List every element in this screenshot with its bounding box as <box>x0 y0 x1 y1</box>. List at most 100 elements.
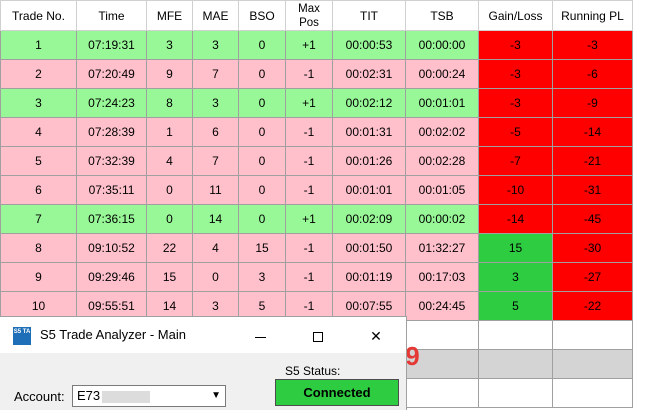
table-row[interactable]: 9 09:29:46 15 0 3 -1 00:01:19 00:17:03 3 -27 <box>0 262 633 292</box>
cell-bso: 15 <box>238 233 286 263</box>
cell-time: 09:10:52 <box>76 233 147 263</box>
table-row[interactable]: 2 07:20:49 9 7 0 -1 00:02:31 00:00:24 -3 -6 <box>0 59 633 89</box>
cell-tsb: 00:02:28 <box>405 146 479 176</box>
cell-running: -9 <box>552 88 633 118</box>
cell-mfe: 0 <box>146 204 193 234</box>
table-row[interactable]: 8 09:10:52 22 4 15 -1 00:01:50 01:32:27 15 -30 <box>0 233 633 263</box>
empty-cell <box>405 378 479 408</box>
cell-tsb: 00:24:45 <box>405 291 479 321</box>
header-max-pos-line2: Pos <box>299 16 319 29</box>
header-trade-no[interactable]: Trade No. <box>0 0 77 31</box>
cell-maxpos: -1 <box>285 117 333 147</box>
table-row[interactable]: 3 07:24:23 8 3 0 +1 00:02:12 00:01:01 -3 -9 <box>0 88 633 118</box>
close-button[interactable]: ✕ <box>354 323 398 349</box>
header-tit[interactable]: TIT <box>332 0 406 31</box>
empty-cell <box>552 378 633 408</box>
cell-tsb: 00:00:02 <box>405 204 479 234</box>
table-row[interactable]: 6 07:35:11 0 11 0 -1 00:01:01 00:01:05 -10 -31 <box>0 175 633 205</box>
empty-cell <box>552 320 633 350</box>
cell-mae: 3 <box>192 88 239 118</box>
cell-maxpos: -1 <box>285 233 333 263</box>
account-value: E73 <box>77 388 101 403</box>
cell-mfe: 9 <box>146 59 193 89</box>
cell-running: -30 <box>552 233 633 263</box>
cell-trade: 4 <box>0 117 77 147</box>
minimize-button[interactable] <box>238 323 282 349</box>
cell-bso: 0 <box>238 204 286 234</box>
cell-tsb: 00:01:01 <box>405 88 479 118</box>
cell-tsb: 00:00:00 <box>405 30 479 60</box>
cell-mae: 6 <box>192 117 239 147</box>
cell-time: 07:36:15 <box>76 204 147 234</box>
table-row[interactable]: 5 07:32:39 4 7 0 -1 00:01:26 00:02:28 -7 -21 <box>0 146 633 176</box>
cell-running: -14 <box>552 117 633 147</box>
cell-running: -21 <box>552 146 633 176</box>
header-mfe[interactable]: MFE <box>146 0 193 31</box>
cell-mfe: 0 <box>146 175 193 205</box>
header-tsb[interactable]: TSB <box>405 0 479 31</box>
cell-gain: 15 <box>478 233 553 263</box>
cell-tsb: 00:01:05 <box>405 175 479 205</box>
cell-tit: 00:01:50 <box>332 233 406 263</box>
account-label: Account: <box>14 389 65 404</box>
cell-trade: 8 <box>0 233 77 263</box>
dropdown-arrow-icon[interactable]: ▼ <box>211 386 221 406</box>
cell-bso: 0 <box>238 88 286 118</box>
cell-trade: 7 <box>0 204 77 234</box>
cell-mae: 14 <box>192 204 239 234</box>
account-redaction <box>102 390 151 403</box>
maximize-button[interactable] <box>296 323 340 349</box>
header-bso[interactable]: BSO <box>238 0 286 31</box>
header-gain-loss[interactable]: Gain/Loss <box>478 0 553 31</box>
cell-bso: 0 <box>238 175 286 205</box>
cell-maxpos: +1 <box>285 30 333 60</box>
cell-tsb: 00:17:03 <box>405 262 479 292</box>
maximize-icon <box>313 332 323 343</box>
cell-running: -31 <box>552 175 633 205</box>
cell-mfe: 3 <box>146 30 193 60</box>
title-bar[interactable]: S5 TA S5 Trade Analyzer - Main ✕ <box>0 317 406 353</box>
cell-gain: -3 <box>478 59 553 89</box>
cell-mfe: 1 <box>146 117 193 147</box>
cell-tit: 00:02:12 <box>332 88 406 118</box>
cell-gain: -3 <box>478 30 553 60</box>
cell-maxpos: +1 <box>285 204 333 234</box>
cell-bso: 3 <box>238 262 286 292</box>
header-row: Trade No. Time MFE MAE BSO Max Pos TIT TS… <box>0 0 633 31</box>
cell-maxpos: -1 <box>285 262 333 292</box>
cell-gain: 5 <box>478 291 553 321</box>
cell-maxpos: +1 <box>285 88 333 118</box>
window-title: S5 Trade Analyzer - Main <box>40 327 186 342</box>
cell-time: 07:24:23 <box>76 88 147 118</box>
header-time[interactable]: Time <box>76 0 147 31</box>
account-select[interactable]: E73 ▼ <box>72 385 226 407</box>
header-mae[interactable]: MAE <box>192 0 239 31</box>
app-logo-icon: S5 TA <box>13 327 31 345</box>
cell-tsb: 01:32:27 <box>405 233 479 263</box>
table-row[interactable]: 4 07:28:39 1 6 0 -1 00:01:31 00:02:02 -5 -14 <box>0 117 633 147</box>
cell-mae: 3 <box>192 30 239 60</box>
cell-running: -22 <box>552 291 633 321</box>
minimize-icon <box>254 336 266 338</box>
header-running-pl[interactable]: Running PL <box>552 0 633 31</box>
cell-tit: 00:02:09 <box>332 204 406 234</box>
cell-gain: -10 <box>478 175 553 205</box>
cell-time: 07:35:11 <box>76 175 147 205</box>
cell-time: 07:19:31 <box>76 30 147 60</box>
cell-tsb: 00:02:02 <box>405 117 479 147</box>
cell-time: 07:20:49 <box>76 59 147 89</box>
cell-gain: -3 <box>478 88 553 118</box>
status-label: S5 Status: <box>285 364 341 378</box>
status-badge: Connected <box>275 379 399 406</box>
cell-mfe: 4 <box>146 146 193 176</box>
cell-running: -27 <box>552 262 633 292</box>
cell-bso: 0 <box>238 30 286 60</box>
cell-mae: 7 <box>192 59 239 89</box>
table-row[interactable]: 7 07:36:15 0 14 0 +1 00:02:09 00:00:02 -14 -45 <box>0 204 633 234</box>
cell-mae: 4 <box>192 233 239 263</box>
table-row[interactable]: 1 07:19:31 3 3 0 +1 00:00:53 00:00:00 -3 -3 <box>0 30 633 60</box>
cell-trade: 9 <box>0 262 77 292</box>
cell-running: -6 <box>552 59 633 89</box>
cell-tsb: 00:00:24 <box>405 59 479 89</box>
header-max-pos[interactable]: Max Pos <box>285 0 333 31</box>
